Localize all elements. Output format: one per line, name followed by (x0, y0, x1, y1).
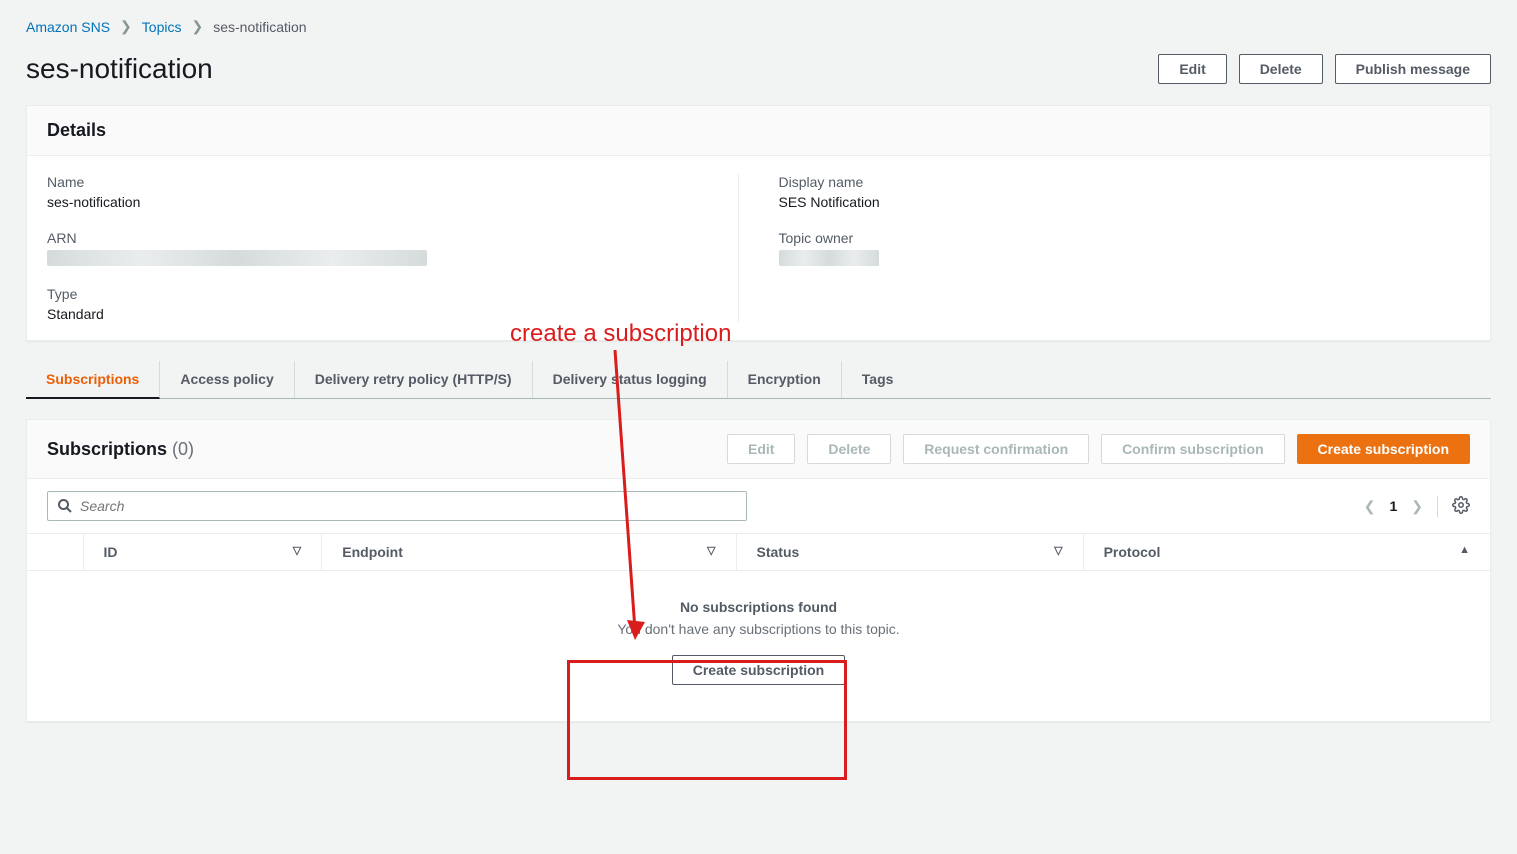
type-value: Standard (47, 306, 698, 322)
header-actions: Edit Delete Publish message (1158, 54, 1491, 84)
tab-encryption[interactable]: Encryption (728, 361, 842, 398)
search-input[interactable] (47, 491, 747, 521)
col-endpoint[interactable]: Endpoint▽ (322, 534, 736, 571)
empty-desc: You don't have any subscriptions to this… (47, 621, 1470, 637)
sort-icon: ▽ (293, 544, 301, 557)
prev-page-icon[interactable]: ❮ (1364, 498, 1376, 515)
details-header: Details (27, 106, 1490, 156)
chevron-right-icon: ❯ (120, 18, 132, 35)
gear-icon[interactable] (1437, 496, 1470, 517)
topic-owner-value-redacted (779, 250, 879, 266)
create-subscription-button[interactable]: Create subscription (1297, 434, 1470, 464)
subscriptions-count: (0) (172, 439, 194, 459)
display-name-label: Display name (779, 174, 1471, 190)
tab-tags[interactable]: Tags (842, 361, 914, 398)
type-label: Type (47, 286, 698, 302)
tab-delivery-retry[interactable]: Delivery retry policy (HTTP/S) (295, 361, 533, 398)
pager: ❮ 1 ❯ (1364, 496, 1470, 517)
chevron-right-icon: ❯ (191, 18, 203, 35)
search-icon (57, 498, 73, 514)
empty-title: No subscriptions found (47, 599, 1470, 615)
confirm-subscription-button[interactable]: Confirm subscription (1101, 434, 1285, 464)
sub-delete-button[interactable]: Delete (807, 434, 891, 464)
page-number: 1 (1389, 498, 1397, 514)
name-value: ses-notification (47, 194, 698, 210)
publish-message-button[interactable]: Publish message (1335, 54, 1491, 84)
subscriptions-panel: Subscriptions (0) Edit Delete Request co… (26, 419, 1491, 722)
subscriptions-actions: Edit Delete Request confirmation Confirm… (727, 434, 1470, 464)
request-confirmation-button[interactable]: Request confirmation (903, 434, 1089, 464)
breadcrumb: Amazon SNS ❯ Topics ❯ ses-notification (26, 18, 1491, 35)
breadcrumb-current: ses-notification (213, 19, 306, 35)
sub-edit-button[interactable]: Edit (727, 434, 795, 464)
breadcrumb-root[interactable]: Amazon SNS (26, 19, 110, 35)
arn-value-redacted (47, 250, 427, 266)
page-title: ses-notification (26, 53, 213, 85)
edit-button[interactable]: Edit (1158, 54, 1226, 84)
col-status[interactable]: Status▽ (736, 534, 1083, 571)
topic-owner-label: Topic owner (779, 230, 1471, 246)
display-name-value: SES Notification (779, 194, 1471, 210)
breadcrumb-topics[interactable]: Topics (142, 19, 182, 35)
tab-subscriptions[interactable]: Subscriptions (26, 361, 160, 399)
sort-icon: ▽ (707, 544, 715, 557)
subscriptions-title: Subscriptions (0) (47, 439, 194, 460)
details-panel: Details Name ses-notification ARN Type S… (26, 105, 1491, 341)
empty-state: No subscriptions found You don't have an… (27, 571, 1490, 721)
col-id[interactable]: ID▽ (83, 534, 322, 571)
tab-delivery-status[interactable]: Delivery status logging (533, 361, 728, 398)
name-label: Name (47, 174, 698, 190)
tabs: Subscriptions Access policy Delivery ret… (26, 361, 1491, 399)
arn-label: ARN (47, 230, 698, 246)
col-protocol[interactable]: Protocol▲ (1083, 534, 1490, 571)
next-page-icon[interactable]: ❯ (1411, 498, 1423, 515)
empty-create-subscription-button[interactable]: Create subscription (672, 655, 845, 685)
sort-icon: ▲ (1459, 544, 1470, 556)
tab-access-policy[interactable]: Access policy (160, 361, 294, 398)
delete-button[interactable]: Delete (1239, 54, 1323, 84)
subscriptions-table: ID▽ Endpoint▽ Status▽ Protocol▲ No subsc… (27, 533, 1490, 721)
sort-icon: ▽ (1054, 544, 1062, 557)
